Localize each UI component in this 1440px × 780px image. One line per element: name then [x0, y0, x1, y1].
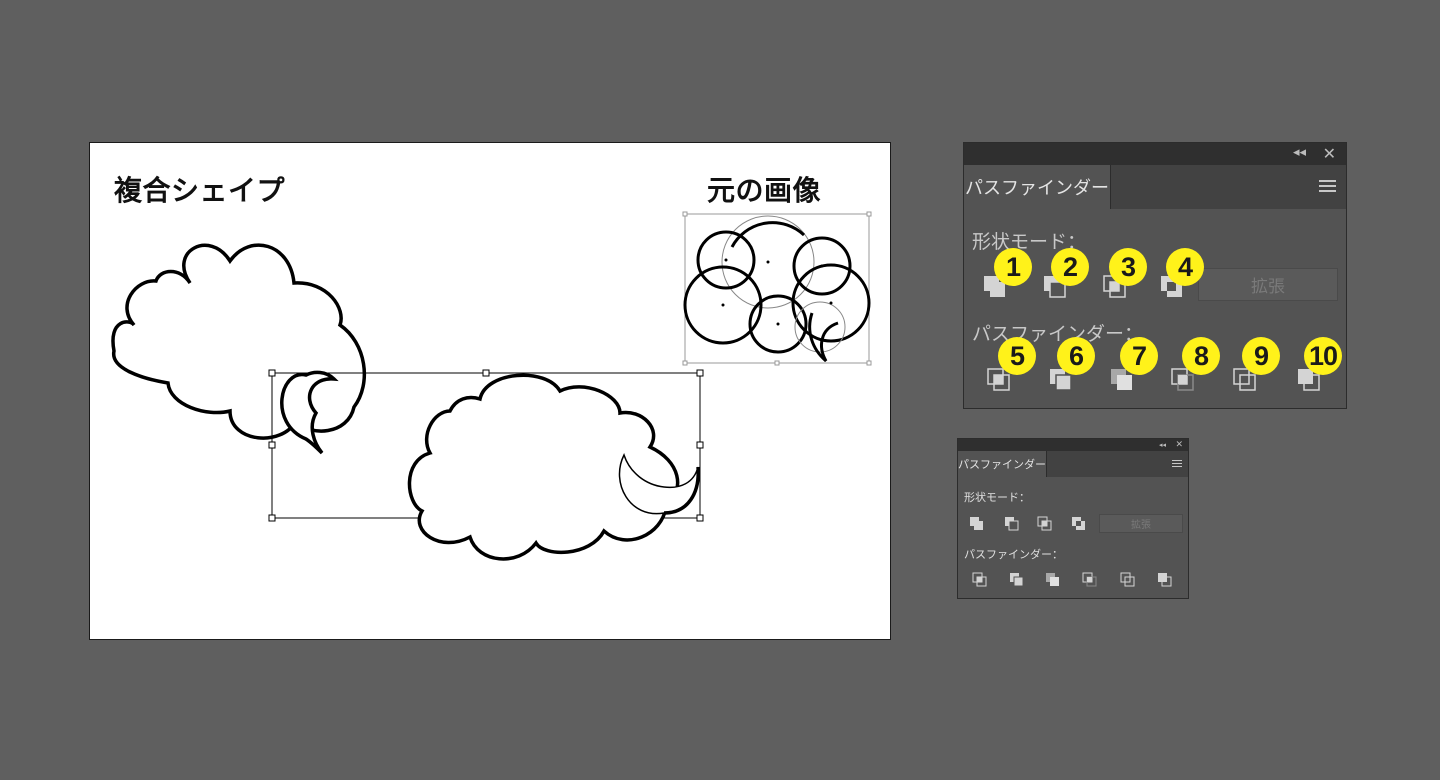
pathfinder-panel-small: ◂◂ ✕ パスファインダー 形状モード： 拡張 パスファインダー： — [957, 438, 1189, 599]
double-chevron-left-icon[interactable]: ◂◂ — [1293, 145, 1306, 160]
original-circles-group[interactable] — [682, 211, 872, 366]
badge-1: 1 — [994, 248, 1032, 286]
tab-pathfinder[interactable]: パスファインダー — [958, 451, 1047, 477]
artboard-artwork — [111, 211, 872, 561]
double-chevron-left-icon[interactable]: ◂◂ — [1159, 439, 1166, 451]
expand-button[interactable]: 拡張 — [1198, 268, 1338, 301]
badge-4: 4 — [1166, 248, 1204, 286]
pathfinders-label: パスファインダー： — [964, 548, 1063, 561]
badge-10: 10 — [1304, 337, 1342, 375]
menu-icon[interactable] — [1172, 460, 1182, 467]
tab-pathfinder[interactable]: パスファインダー — [964, 165, 1111, 209]
crop-button[interactable] — [1082, 572, 1098, 588]
artboard: 複合シェイプ 元の画像 — [89, 142, 891, 640]
shape-modes-label: 形状モード： — [964, 491, 1030, 504]
outline-button[interactable] — [1120, 572, 1136, 588]
merge-button[interactable] — [1045, 572, 1061, 588]
unite-button[interactable] — [969, 516, 985, 532]
divide-button[interactable] — [972, 572, 988, 588]
badge-3: 3 — [1109, 248, 1147, 286]
minus-front-button[interactable] — [1004, 516, 1020, 532]
cloud-shape-left[interactable] — [111, 243, 367, 440]
badge-5: 5 — [998, 337, 1036, 375]
badge-6: 6 — [1057, 337, 1095, 375]
cloud-shape-center[interactable] — [407, 373, 680, 561]
panel-tab-row: パスファインダー — [964, 165, 1346, 209]
menu-icon[interactable] — [1319, 180, 1336, 192]
panel-tab-row: パスファインダー — [958, 451, 1188, 477]
expand-button[interactable]: 拡張 — [1099, 514, 1183, 533]
pathfinder-panel-large: ◂◂ ✕ パスファインダー 形状モード： 拡張 パスファインダー： 1 2 3 — [963, 142, 1347, 409]
exclude-button[interactable] — [1071, 516, 1087, 532]
trim-button[interactable] — [1009, 572, 1025, 588]
close-icon[interactable]: ✕ — [1175, 439, 1183, 451]
badge-9: 9 — [1242, 337, 1280, 375]
badge-2: 2 — [1051, 248, 1089, 286]
badge-8: 8 — [1182, 337, 1220, 375]
intersect-button[interactable] — [1037, 516, 1053, 532]
minus-back-button[interactable] — [1157, 572, 1173, 588]
pathfinders-label: パスファインダー： — [972, 323, 1144, 345]
badge-7: 7 — [1120, 337, 1158, 375]
panel-titlebar[interactable]: ◂◂ ✕ — [958, 439, 1188, 451]
close-icon[interactable]: ✕ — [1323, 144, 1336, 163]
panel-titlebar[interactable]: ◂◂ ✕ — [964, 143, 1346, 165]
